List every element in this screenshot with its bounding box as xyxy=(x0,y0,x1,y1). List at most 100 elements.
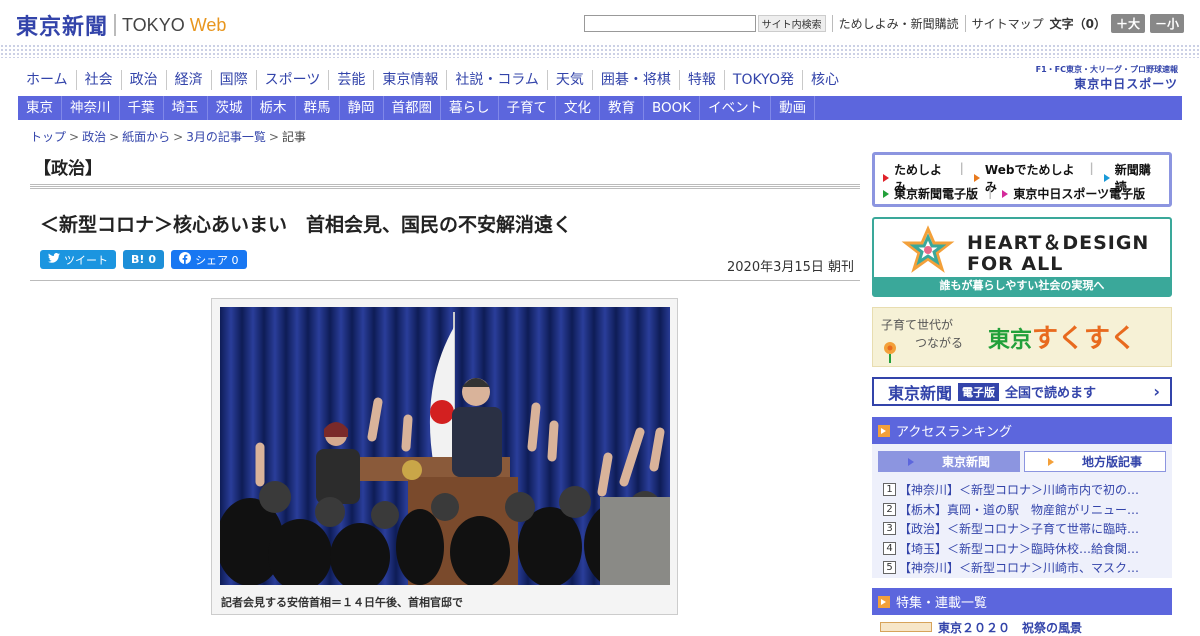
hatena-bookmark-button[interactable]: B! 0 xyxy=(123,250,165,269)
breadcrumb: トップ > 政治 > 紙面から >3月の記事一覧 > 記事 xyxy=(30,128,306,145)
subscription-links: ためしよみ | Webでためしよみ | 新聞購読 東京新聞電子版 | 東京中日ス… xyxy=(872,152,1172,207)
triangle-bullet-icon xyxy=(973,174,980,182)
sukusuku-big-text: すくすく xyxy=(1032,324,1137,354)
nav-culture[interactable]: 文化 xyxy=(556,96,600,120)
features-first-item[interactable]: 東京２０２０ 祝祭の風景 xyxy=(880,621,1164,635)
chunichi-sports-logo[interactable]: F1・FC東京・大リーグ・プロ野球速報 東京中日スポーツ xyxy=(1036,64,1178,92)
digital-edition-banner[interactable]: 東京新聞 電子版 全国で読めます › xyxy=(872,377,1172,406)
sitemap-link[interactable]: サイトマップ xyxy=(964,15,1044,32)
features-title: 特集・連載一覧 xyxy=(896,596,988,611)
nav-event[interactable]: イベント xyxy=(700,96,772,120)
ranking-item-title: 【埼玉】＜新型コロナ＞臨時休校…給食関… xyxy=(899,541,1140,556)
ranking-header: アクセスランキング xyxy=(872,417,1172,444)
rank-number: 2 xyxy=(883,502,896,516)
nav-go-shogi[interactable]: 囲碁・将棋 xyxy=(591,70,679,90)
nav-sports[interactable]: スポーツ xyxy=(255,70,329,90)
nav-education[interactable]: 教育 xyxy=(600,96,644,120)
list-item[interactable]: 4 【埼玉】＜新型コロナ＞臨時休校…給食関… xyxy=(883,539,1167,559)
nav-region-kanagawa[interactable]: 神奈川 xyxy=(62,96,120,120)
nav-tokyo-info[interactable]: 東京情報 xyxy=(373,70,446,90)
feature-item-title: 東京２０２０ 祝祭の風景 xyxy=(938,621,1083,635)
breadcrumb-top[interactable]: トップ xyxy=(30,130,66,144)
triangle-bullet-icon xyxy=(1047,457,1054,466)
tab-ranking-local[interactable]: 地方版記事 xyxy=(1024,451,1166,472)
rank-number: 4 xyxy=(883,541,896,555)
subscribe-link[interactable]: ためしよみ・新聞購読 xyxy=(831,15,959,32)
breadcrumb-print[interactable]: 紙面から xyxy=(122,130,170,144)
list-item[interactable]: 2 【栃木】真岡・道の駅 物産館がリニュー… xyxy=(883,500,1167,520)
sukusuku-tagline-2: つながる xyxy=(915,336,964,350)
list-item[interactable]: 3 【政治】＜新型コロナ＞子育て世帯に臨時… xyxy=(883,519,1167,539)
hatena-count: 0 xyxy=(148,253,157,266)
breadcrumb-march-list[interactable]: 3月の記事一覧 xyxy=(186,130,266,144)
logo-english-web: Web xyxy=(189,14,227,35)
article-photo-box: 記者会見する安倍首相＝１４日午後、首相官邸で xyxy=(211,298,678,615)
subscription-links-row2: 東京新聞電子版 | 東京中日スポーツ電子版 xyxy=(883,185,1155,202)
nav-economy[interactable]: 経済 xyxy=(165,70,211,90)
heart-design-tagline: 誰もが暮らしやすい社会の実現へ xyxy=(874,277,1170,295)
nav-region-ibaraki[interactable]: 茨城 xyxy=(208,96,252,120)
nav-region-saitama[interactable]: 埼玉 xyxy=(164,96,208,120)
tweet-button[interactable]: ツイート xyxy=(40,250,116,269)
nav-editorial[interactable]: 社説・コラム xyxy=(446,70,547,90)
heart-design-banner[interactable]: HEART＆DESIGN FOR ALL 誰もが暮らしやすい社会の実現へ xyxy=(872,217,1172,297)
nav-parenting[interactable]: 子育て xyxy=(499,96,556,120)
primary-nav: ホーム 社会 政治 経済 国際 スポーツ 芸能 東京情報 社説・コラム 天気 囲… xyxy=(18,70,847,90)
tokyo-digital-link[interactable]: 東京新聞電子版 xyxy=(883,185,978,202)
header-dot-pattern xyxy=(0,44,1200,58)
font-smaller-button[interactable]: －小 xyxy=(1149,14,1184,33)
sukusuku-tokyo: 東京 xyxy=(988,328,1033,353)
sukusuku-banner[interactable]: 子育て世代が つながる 東京すくすく xyxy=(872,307,1172,367)
nav-region-tokyo[interactable]: 東京 xyxy=(18,96,62,120)
tab-ranking-tokyo[interactable]: 東京新聞 xyxy=(878,451,1020,472)
facebook-share-label: シェア 0 xyxy=(195,253,239,267)
site-search-button[interactable]: サイト内検索 xyxy=(757,15,826,32)
ranking-item-title: 【神奈川】＜新型コロナ＞川崎市内で初の… xyxy=(899,483,1140,498)
nav-tokyo-hatsu[interactable]: TOKYO発 xyxy=(723,70,802,90)
site-logo[interactable]: 東京新聞 TOKYO Web xyxy=(16,9,226,41)
breadcrumb-separator: > xyxy=(69,130,80,144)
font-larger-button[interactable]: ＋大 xyxy=(1110,14,1145,33)
breadcrumb-politics[interactable]: 政治 xyxy=(82,130,106,144)
article-date: 2020年3月15日 朝刊 xyxy=(727,260,855,275)
nav-kakushin[interactable]: 核心 xyxy=(801,70,847,90)
chunichi-sports-digital-label: 東京中日スポーツ電子版 xyxy=(1013,187,1146,201)
section-title: 【政治】 xyxy=(34,159,102,179)
nav-weather[interactable]: 天気 xyxy=(546,70,592,90)
nav-region-tochigi[interactable]: 栃木 xyxy=(252,96,296,120)
ranking-list: 1 【神奈川】＜新型コロナ＞川崎市内で初の… 2 【栃木】真岡・道の駅 物産館がリニ… xyxy=(883,480,1167,578)
tweet-label: ツイート xyxy=(64,253,108,267)
facebook-icon xyxy=(179,252,192,267)
logo-japanese: 東京新聞 xyxy=(16,14,109,40)
nav-video[interactable]: 動画 xyxy=(771,96,816,120)
nav-international[interactable]: 国際 xyxy=(210,70,256,90)
ranking-item-title: 【神奈川】＜新型コロナ＞川崎市、マスク… xyxy=(899,561,1140,576)
nav-entertainment[interactable]: 芸能 xyxy=(328,70,373,90)
rank-number: 5 xyxy=(883,561,896,575)
list-item[interactable]: 1 【神奈川】＜新型コロナ＞川崎市内で初の… xyxy=(883,480,1167,500)
digital-edition-tag: 電子版 xyxy=(958,382,1000,401)
hatena-icon: B! xyxy=(131,253,145,266)
facebook-share-button[interactable]: シェア 0 xyxy=(171,250,247,269)
utility-bar: サイト内検索 ためしよみ・新聞購読 サイトマップ 文字（0） ＋大 －小 xyxy=(583,14,1184,33)
tab-ranking-local-label: 地方版記事 xyxy=(1081,455,1142,469)
nav-tokuho[interactable]: 特報 xyxy=(678,70,724,90)
nav-politics[interactable]: 政治 xyxy=(120,70,166,90)
site-search-input[interactable] xyxy=(583,15,756,32)
nav-book[interactable]: BOOK xyxy=(644,96,701,120)
site-header: 東京新聞 TOKYO Web サイト内検索 ためしよみ・新聞購読 サイトマップ … xyxy=(0,0,1200,46)
nav-region-shutoken[interactable]: 首都圏 xyxy=(384,96,441,120)
logo-divider xyxy=(114,14,117,36)
nav-region-shizuoka[interactable]: 静岡 xyxy=(340,96,384,120)
flower-icon xyxy=(884,342,896,363)
nav-life[interactable]: 暮らし xyxy=(441,96,499,120)
nav-region-gunma[interactable]: 群馬 xyxy=(296,96,340,120)
chunichi-sports-digital-link[interactable]: 東京中日スポーツ電子版 xyxy=(1002,185,1145,202)
nav-region-chiba[interactable]: 千葉 xyxy=(120,96,164,120)
nav-home[interactable]: ホーム xyxy=(18,70,76,90)
breadcrumb-separator: > xyxy=(109,130,120,144)
nav-society[interactable]: 社会 xyxy=(75,70,121,90)
digital-edition-text: 全国で読めます xyxy=(1005,386,1097,401)
list-item[interactable]: 5 【神奈川】＜新型コロナ＞川崎市、マスク… xyxy=(883,558,1167,578)
tab-ranking-tokyo-label: 東京新聞 xyxy=(941,455,990,469)
